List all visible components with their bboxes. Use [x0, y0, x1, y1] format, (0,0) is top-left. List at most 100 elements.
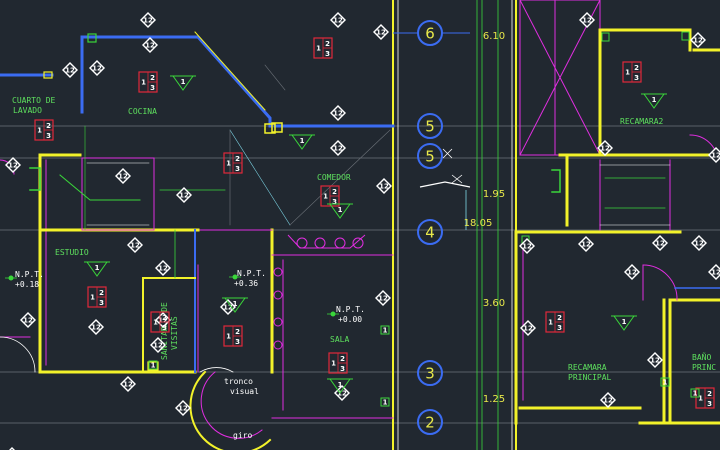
level-mark-value: +0.36: [234, 279, 258, 288]
symbol-text: 2: [99, 289, 104, 297]
symbol-text: 2: [46, 122, 51, 130]
marker-symbol: 1: [660, 377, 670, 387]
diamond-symbol: 12: [375, 290, 391, 306]
room-labels: CUARTO DE LAVADO COCINA COMEDOR ESTUDIO …: [12, 96, 716, 382]
symbol-text: 12: [118, 173, 128, 181]
symbol-text: 1: [151, 362, 156, 370]
symbol-text: 3: [235, 338, 240, 346]
room-label-sanitario-2: VISITAS: [170, 316, 179, 350]
dimension-label: 1.95: [483, 189, 505, 200]
axis-marker: 4: [417, 219, 443, 245]
symbol-text: 12: [522, 243, 532, 251]
axis-label: 6: [425, 25, 435, 43]
symbol-text: 12: [153, 342, 163, 350]
diamond-symbol: 12: [140, 12, 156, 28]
diamond-symbol: 12: [578, 236, 594, 252]
axis-marker: 2: [417, 409, 443, 435]
axis-label: 3: [425, 365, 435, 383]
symbol-text: 1: [625, 69, 630, 77]
marker-symbol: 1: [380, 325, 390, 335]
triangle-symbol: 1: [170, 75, 196, 91]
triangle-symbol: 1: [641, 93, 667, 109]
room-label-recamara-principal-1: RECAMARA: [568, 363, 607, 372]
symbol-text: 1: [141, 79, 146, 87]
symbol-text: 12: [711, 269, 720, 277]
note-tronco: tronco: [224, 377, 253, 386]
axis-label: 5: [425, 148, 435, 166]
grid-box-symbol: 12 3: [87, 286, 107, 308]
level-mark: N.P.T. +0.36: [229, 269, 266, 288]
grid-box-symbol: 12 3: [328, 352, 348, 374]
right-walls: [514, 0, 720, 425]
room-label-bano-2: PRINC: [692, 363, 716, 372]
symbol-text: 12: [600, 145, 610, 153]
grid-box-symbol: 12 3: [223, 325, 243, 347]
symbol-text: 12: [91, 324, 101, 332]
symbol-text: 1: [652, 96, 657, 104]
diamond-symbol: 12: [691, 235, 707, 251]
symbol-text: 1: [226, 333, 231, 341]
symbol-text: 1: [37, 127, 42, 135]
level-mark-value: +0.18: [15, 280, 39, 289]
axis-marker: 3: [417, 360, 443, 386]
symbol-text: 12: [376, 29, 386, 37]
room-label-cocina: COCINA: [128, 107, 157, 116]
symbol-text: 12: [523, 325, 533, 333]
symbol-text: 2: [325, 40, 330, 48]
symbol-text: 12: [143, 17, 153, 25]
symbol-text: 1: [181, 78, 186, 86]
diamond-symbol: 12: [175, 400, 191, 416]
symbol-text: 3: [46, 132, 51, 140]
dining-chairs: [273, 234, 366, 350]
symbol-text: 12: [8, 162, 18, 170]
symbol-text: 1: [338, 206, 343, 214]
diamond-symbol: 12: [520, 320, 536, 336]
symbol-text: 2: [235, 155, 240, 163]
symbol-text: 12: [379, 183, 389, 191]
symbol-text: 2: [235, 328, 240, 336]
triangle-symbol: 1: [289, 134, 315, 150]
room-label-recamara2: RECAMARA2: [620, 117, 664, 126]
symbol-text: 12: [65, 67, 75, 75]
axis-label: 4: [425, 224, 435, 242]
grid-box-symbol: 12 3: [223, 152, 243, 174]
grid-box-symbol: 12 3: [34, 119, 54, 141]
symbol-text: 3: [340, 365, 345, 373]
symbol-text: 12: [655, 240, 665, 248]
diamond-symbol: 12: [330, 105, 346, 121]
symbol-text: 12: [333, 145, 343, 153]
symbol-text: 1: [153, 319, 158, 327]
symbol-text: 1: [300, 137, 305, 145]
room-label-sala: SALA: [330, 335, 349, 344]
dimension-label: 6.10: [483, 31, 505, 42]
diamond-symbol: 12: [120, 376, 136, 392]
symbol-text: 2: [162, 314, 167, 322]
symbol-text: 12: [711, 152, 720, 160]
symbol-text: 1: [338, 381, 343, 389]
axis-label: 2: [425, 414, 435, 432]
diamond-symbol: 12: [155, 260, 171, 276]
symbol-text: 12: [130, 242, 140, 250]
symbol-text: 1: [95, 264, 100, 272]
symbol-text: 1: [548, 319, 553, 327]
symbol-text: 12: [333, 17, 343, 25]
level-mark-label: N.P.T.: [336, 305, 365, 314]
diamond-symbol: 12: [142, 37, 158, 53]
diamond-symbol: 12: [176, 187, 192, 203]
symbol-text: 2: [634, 64, 639, 72]
symbol-text: 12: [123, 381, 133, 389]
symbol-text: 12: [179, 192, 189, 200]
symbol-text: 2: [332, 188, 337, 196]
notes: tronco visual giro: [224, 377, 259, 440]
level-mark-label: N.P.T.: [237, 269, 266, 278]
diamond-symbol: 12: [708, 264, 720, 280]
corridor-lines: [392, 0, 517, 450]
grid-box-symbol: 12 3: [320, 185, 340, 207]
room-label-estudio: ESTUDIO: [55, 248, 89, 257]
left-walls: [0, 31, 395, 450]
symbol-text: 12: [378, 295, 388, 303]
grid-box-symbol: 12 3: [622, 61, 642, 83]
symbol-text: 1: [323, 193, 328, 201]
grid-box-symbol: 12 3: [138, 71, 158, 93]
triangle-symbol: 1: [84, 261, 110, 277]
